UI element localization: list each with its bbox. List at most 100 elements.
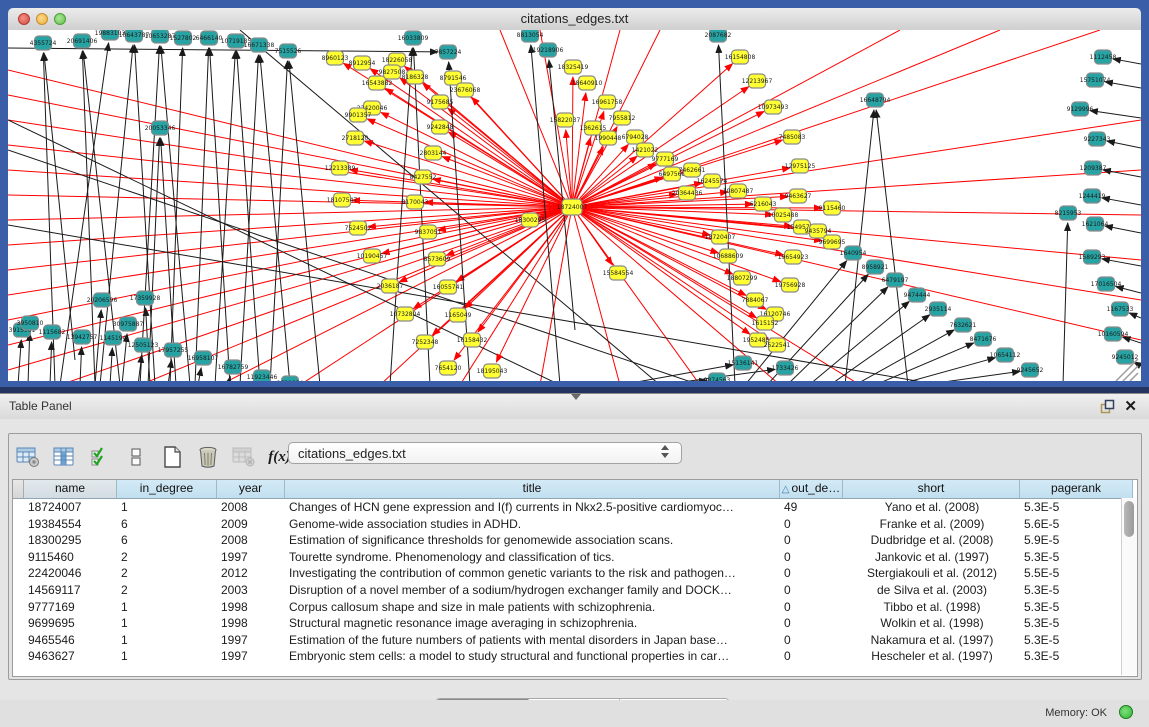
svg-text:10190457: 10190457 xyxy=(357,253,388,260)
column-header-year[interactable]: year xyxy=(217,480,285,498)
svg-text:7515526: 7515526 xyxy=(275,48,302,55)
svg-text:2036187: 2036187 xyxy=(377,283,404,290)
svg-text:1589293: 1589293 xyxy=(1079,254,1106,261)
table-settings-icon[interactable] xyxy=(15,445,40,470)
splitter-handle[interactable] xyxy=(571,394,581,400)
close-icon[interactable]: ✕ xyxy=(1124,397,1137,415)
svg-text:2087682: 2087682 xyxy=(705,32,732,39)
svg-text:18724007: 18724007 xyxy=(557,204,588,211)
table-body: 1872400712008Changes of HCN gene express… xyxy=(13,499,1137,665)
svg-text:16671338: 16671338 xyxy=(244,42,275,49)
table-row[interactable]: 1938455462009Genome-wide association stu… xyxy=(13,516,1137,533)
svg-text:1990448: 1990448 xyxy=(595,135,622,142)
svg-text:8471676: 8471676 xyxy=(970,336,997,343)
svg-text:23676068: 23676068 xyxy=(450,87,481,94)
svg-text:16958107: 16958107 xyxy=(188,355,219,362)
table-row[interactable]: 911546021997Tourette syndrome. Phenomeno… xyxy=(13,549,1137,566)
svg-text:20364436: 20364436 xyxy=(672,190,703,197)
svg-text:9242848: 9242848 xyxy=(427,124,454,131)
svg-text:6466140: 6466140 xyxy=(196,35,223,42)
column-header-name[interactable]: name xyxy=(24,480,117,498)
svg-text:18807299: 18807299 xyxy=(727,275,758,282)
svg-text:7462661: 7462661 xyxy=(679,167,706,174)
svg-text:9874563: 9874563 xyxy=(704,377,731,381)
table-row[interactable]: 1830029562008Estimation of significance … xyxy=(13,532,1137,549)
table-panel-title: Table Panel xyxy=(9,399,72,413)
table-row[interactable]: 1456911722003Disruption of a novel membe… xyxy=(13,582,1137,599)
svg-text:9227343: 9227343 xyxy=(1084,136,1111,143)
svg-text:1621064: 1621064 xyxy=(1082,221,1109,228)
table-select-dropdown[interactable]: citations_edges.txt xyxy=(288,442,682,464)
column-header-short[interactable]: short xyxy=(843,480,1020,498)
column-header-pagerank[interactable]: pagerank xyxy=(1020,480,1133,498)
svg-text:8813054: 8813054 xyxy=(517,32,544,39)
show-columns-icon[interactable] xyxy=(51,445,76,470)
table-row[interactable]: 946554611997Estimation of the future num… xyxy=(13,632,1137,649)
svg-text:10025488: 10025488 xyxy=(768,212,799,219)
table-row[interactable]: 946362711997Embryonic stem cells: a mode… xyxy=(13,648,1137,665)
svg-text:19654923: 19654923 xyxy=(778,254,809,261)
svg-text:10973493: 10973493 xyxy=(758,104,789,111)
table-row[interactable]: 2242004622012Investigating the contribut… xyxy=(13,565,1137,582)
svg-text:1733426: 1733426 xyxy=(772,365,799,372)
svg-text:16961758: 16961758 xyxy=(592,99,623,106)
svg-text:2935114: 2935114 xyxy=(925,306,952,313)
column-header-title[interactable]: title xyxy=(285,480,780,498)
svg-text:16648794: 16648794 xyxy=(860,97,891,104)
svg-text:16245574: 16245574 xyxy=(697,178,728,185)
network-canvas[interactable]: 1872400743557242069140619883103106437871… xyxy=(8,30,1141,381)
select-rows-icon[interactable] xyxy=(87,445,112,470)
svg-text:1115682: 1115682 xyxy=(39,329,66,336)
svg-text:12213967: 12213967 xyxy=(742,78,773,85)
svg-text:20206596: 20206596 xyxy=(87,297,118,304)
svg-text:8427552: 8427552 xyxy=(410,174,437,181)
svg-text:15584554: 15584554 xyxy=(603,270,634,277)
svg-text:19756928: 19756928 xyxy=(775,282,806,289)
svg-text:9474444: 9474444 xyxy=(904,292,931,299)
svg-text:1165049: 1165049 xyxy=(445,312,472,319)
svg-text:7485083: 7485083 xyxy=(779,134,806,141)
dropdown-stepper-icon[interactable] xyxy=(661,445,670,461)
svg-text:9901357: 9901357 xyxy=(345,112,372,119)
svg-text:8186328: 8186328 xyxy=(402,74,429,81)
svg-text:20053346: 20053346 xyxy=(145,125,176,132)
svg-text:1527802: 1527802 xyxy=(170,35,197,42)
vertical-scrollbar[interactable] xyxy=(1121,498,1137,675)
svg-text:12975125: 12975125 xyxy=(785,163,816,170)
svg-text:7632621: 7632621 xyxy=(950,322,977,329)
table-panel-box: f(x) citations_edges.txt namein_degreeye… xyxy=(8,433,1142,680)
svg-text:9463627: 9463627 xyxy=(785,193,812,200)
column-header-out_de[interactable]: △out_de… xyxy=(780,480,843,498)
svg-text:15751074: 15751074 xyxy=(1080,77,1111,84)
svg-text:6794028: 6794028 xyxy=(622,134,649,141)
delete-columns-icon[interactable] xyxy=(195,445,220,470)
float-window-icon[interactable] xyxy=(1100,399,1115,414)
table-row[interactable]: 1872400712008Changes of HCN gene express… xyxy=(13,499,1137,516)
new-table-icon[interactable] xyxy=(159,445,184,470)
table-row[interactable]: 977716911998Corpus callosum shape and si… xyxy=(13,599,1137,616)
table-row[interactable]: 969969511998Structural magnetic resonanc… xyxy=(13,615,1137,632)
svg-text:10807487: 10807487 xyxy=(723,188,754,195)
app-root: { "window": { "title": "citations_edges.… xyxy=(0,0,1149,727)
svg-text:8791546: 8791546 xyxy=(440,75,467,82)
svg-text:10688609: 10688609 xyxy=(713,253,744,260)
graph-canvas: 1872400743557242069140619883103106437871… xyxy=(8,30,1141,381)
scrollbar-thumb[interactable] xyxy=(1124,501,1134,537)
row-height-icon[interactable] xyxy=(123,445,148,470)
svg-text:9245652: 9245652 xyxy=(1017,367,1044,374)
svg-text:10654112: 10654112 xyxy=(990,352,1021,359)
column-header-in_degree[interactable]: in_degree xyxy=(117,480,217,498)
svg-text:2522541: 2522541 xyxy=(764,342,791,349)
window-titlebar[interactable]: citations_edges.txt xyxy=(8,8,1141,31)
svg-text:17359928: 17359928 xyxy=(130,295,161,302)
svg-text:1167533: 1167533 xyxy=(1107,306,1134,313)
svg-text:1615152: 1615152 xyxy=(752,320,779,327)
svg-text:1640954: 1640954 xyxy=(840,250,867,257)
table-panel-header: Table Panel ✕ xyxy=(0,393,1149,420)
delete-table-disabled-icon xyxy=(231,445,256,470)
table-toolbar: f(x) xyxy=(15,438,292,476)
network-view-window: citations_edges.txt 18724007435572420691… xyxy=(0,0,1149,393)
svg-text:7524502: 7524502 xyxy=(345,225,372,232)
svg-text:2718120: 2718120 xyxy=(342,135,369,142)
svg-text:8958921: 8958921 xyxy=(862,264,889,271)
